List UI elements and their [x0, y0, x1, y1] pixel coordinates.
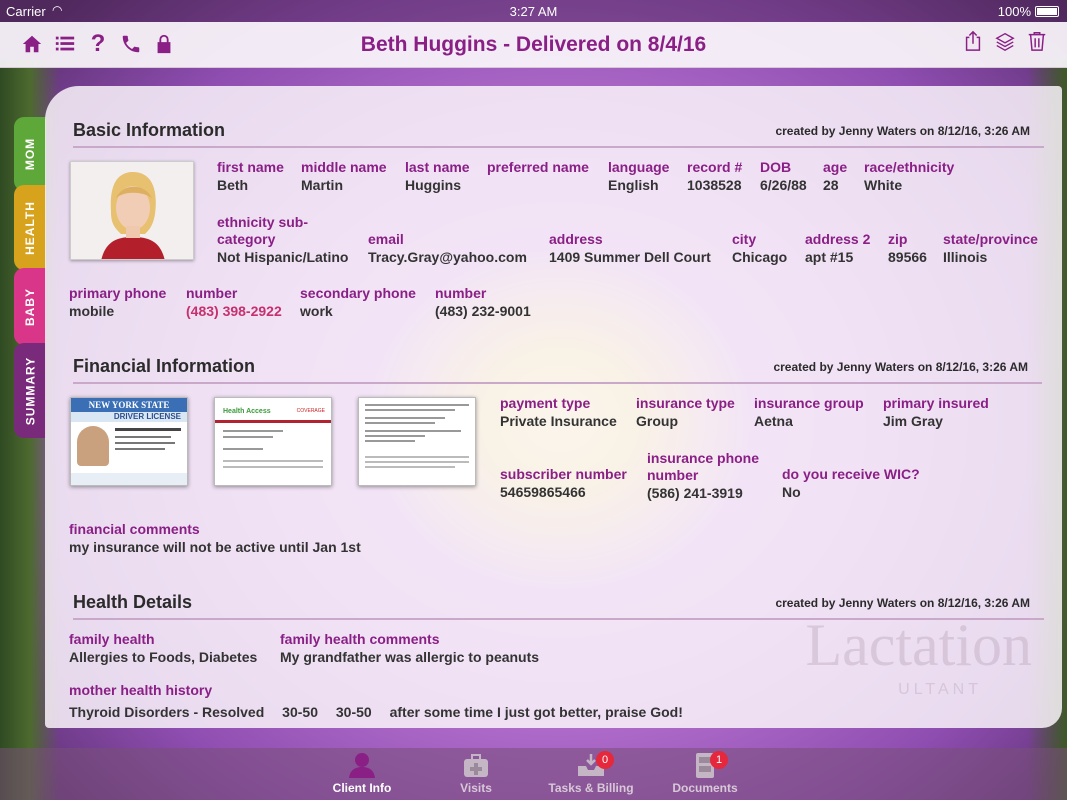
created-by: created by Jenny Waters on 8/12/16, 3:26…: [775, 596, 1030, 610]
field-last-name[interactable]: last name Huggins: [405, 159, 470, 194]
field-middle-name[interactable]: middle name Martin: [301, 159, 387, 194]
field-age[interactable]: age 28: [823, 159, 847, 194]
side-tab-mom[interactable]: MOM: [14, 117, 46, 191]
basic-info-header: Basic Information created by Jenny Water…: [73, 118, 1044, 148]
client-photo[interactable]: [70, 161, 194, 260]
field-primary-number[interactable]: number (483) 398-2922: [186, 285, 282, 320]
field-ethnicity[interactable]: ethnicity sub-category Not Hispanic/Latin…: [217, 214, 348, 266]
page-title: Beth Huggins - Delivered on 8/4/16: [360, 33, 707, 56]
field-city[interactable]: city Chicago: [732, 231, 787, 266]
field-preferred-name[interactable]: preferred name: [487, 159, 589, 177]
field-insurance-group[interactable]: insurance group Aetna: [754, 395, 864, 430]
field-address2[interactable]: address 2 apt #15: [805, 231, 870, 266]
watermark-sub: ULTANT: [898, 681, 982, 698]
field-record[interactable]: record #1038528: [687, 159, 742, 194]
section-title: Basic Information: [73, 120, 226, 140]
field-wic[interactable]: do you receive WIC? No: [782, 466, 920, 501]
layers-icon[interactable]: [993, 28, 1017, 54]
field-payment-type[interactable]: payment type Private Insurance: [500, 395, 617, 430]
inbox-download-icon: 0: [576, 751, 614, 778]
field-subscriber-number[interactable]: subscriber number 54659865466: [500, 466, 627, 501]
field-language[interactable]: language English: [608, 159, 669, 194]
tasks-badge: 0: [596, 751, 614, 769]
tab-visits[interactable]: Visits: [421, 748, 531, 800]
status-bar: Carrier ◠ 3:27 AM 100%: [0, 0, 1067, 22]
navigation-bar: ? Beth Huggins - Delivered on 8/4/16: [0, 22, 1067, 68]
drivers-license-image[interactable]: NEW YORK STATE DRIVER LICENSE: [70, 397, 188, 486]
documents-badge: 1: [710, 751, 728, 769]
field-mother-health-history[interactable]: mother health history: [69, 682, 212, 699]
side-tab-baby[interactable]: BABY: [14, 268, 46, 345]
field-address[interactable]: address 1409 Summer Dell Court: [549, 231, 711, 266]
tab-documents[interactable]: 1 Documents: [650, 748, 760, 800]
side-tab-health[interactable]: HEALTH: [14, 185, 46, 270]
field-race[interactable]: race/ethnicity White: [864, 159, 954, 194]
summary-panel: Lactation ULTANT Basic Information creat…: [45, 86, 1062, 728]
mother-history-row[interactable]: Thyroid Disorders - Resolved 30-50 30-50…: [69, 704, 683, 720]
medical-bag-icon: [461, 752, 491, 778]
clock: 3:27 AM: [509, 4, 558, 19]
field-insurance-phone[interactable]: insurance phone number (586) 241-3919: [647, 450, 777, 502]
person-icon: [347, 752, 377, 778]
insurance-card-back-image[interactable]: [358, 397, 476, 486]
tab-client-info[interactable]: Client Info: [307, 748, 417, 800]
field-email[interactable]: email Tracy.Gray@yahoo.com: [368, 231, 527, 266]
watermark-logo: Lactation: [805, 612, 1032, 678]
bottom-tab-bar: Client Info Visits 0 Tasks & Billing 1 D…: [0, 748, 1067, 800]
field-insurance-type[interactable]: insurance type Group: [636, 395, 735, 430]
field-primary-phone[interactable]: primary phone mobile: [69, 285, 166, 320]
file-cabinet-icon: 1: [690, 751, 728, 778]
trash-icon[interactable]: [1025, 28, 1049, 54]
field-state[interactable]: state/province Illinois: [943, 231, 1038, 266]
field-secondary-phone[interactable]: secondary phone work: [300, 285, 416, 320]
section-title: Health Details: [73, 592, 193, 612]
financial-info-header: Financial Information created by Jenny W…: [73, 354, 1042, 384]
field-family-health-comments[interactable]: family health comments My grandfather was…: [280, 631, 539, 666]
phone-link[interactable]: (483) 398-2922: [186, 303, 282, 320]
battery-icon: [1035, 6, 1059, 17]
field-first-name[interactable]: first name Beth: [217, 159, 284, 194]
share-icon[interactable]: [961, 28, 985, 54]
section-title: Financial Information: [73, 356, 256, 376]
field-secondary-number[interactable]: number (483) 232-9001: [435, 285, 531, 320]
insurance-card-front-image[interactable]: Health Access COVERAGE: [214, 397, 332, 486]
created-by: created by Jenny Waters on 8/12/16, 3:26…: [773, 360, 1028, 374]
battery-indicator: 100%: [998, 4, 1059, 19]
battery-percent: 100%: [997, 4, 1031, 19]
field-zip[interactable]: zip 89566: [888, 231, 927, 266]
field-financial-comments[interactable]: financial comments my insurance will not …: [69, 521, 361, 556]
tab-tasks-billing[interactable]: 0 Tasks & Billing: [536, 748, 646, 800]
created-by: created by Jenny Waters on 8/12/16, 3:26…: [775, 124, 1030, 138]
field-primary-insured[interactable]: primary insured Jim Gray: [883, 395, 989, 430]
health-details-header: Health Details created by Jenny Waters o…: [73, 590, 1044, 620]
field-dob[interactable]: DOB 6/26/88: [760, 159, 807, 194]
side-tab-summary[interactable]: SUMMARY: [14, 343, 46, 438]
field-family-health[interactable]: family health Allergies to Foods, Diabete…: [69, 631, 257, 666]
